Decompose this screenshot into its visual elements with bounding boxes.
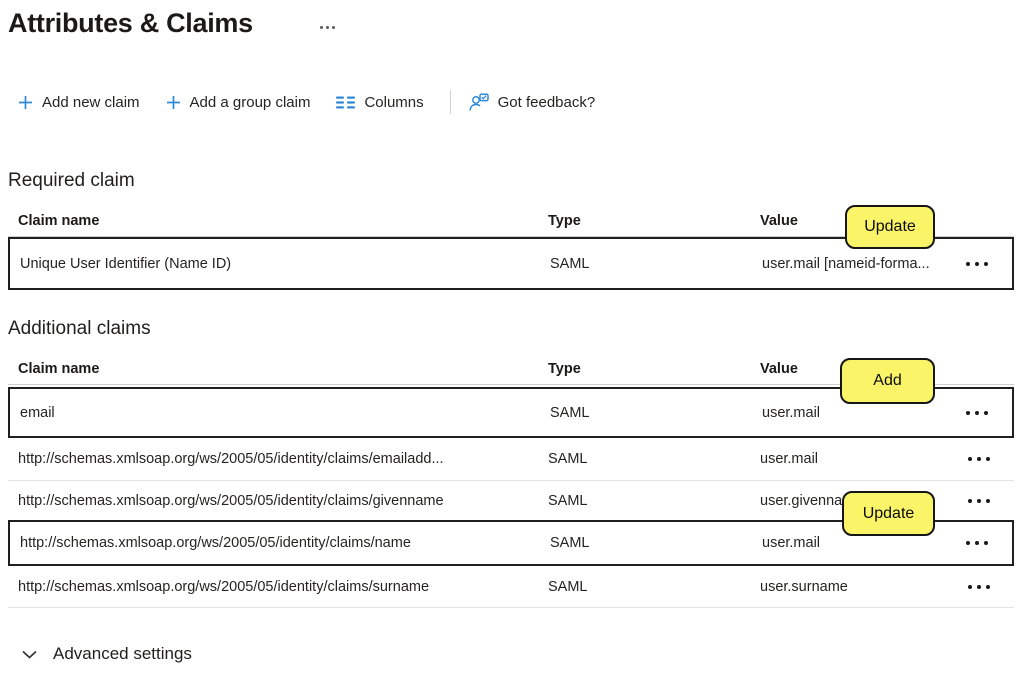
claim-value-cell: user.surname xyxy=(760,579,848,595)
claim-type-cell: SAML xyxy=(550,405,590,421)
got-feedback-button[interactable]: Got feedback? xyxy=(469,93,596,112)
claim-value-cell: user.mail xyxy=(762,535,820,551)
add-new-claim-button[interactable]: Add new claim xyxy=(18,94,140,111)
claim-type-cell: SAML xyxy=(548,493,588,509)
required-claim-heading: Required claim xyxy=(8,170,135,192)
additional-claims-heading: Additional claims xyxy=(8,318,151,340)
advanced-settings-toggle[interactable]: Advanced settings xyxy=(22,644,192,664)
advanced-settings-label: Advanced settings xyxy=(53,644,192,664)
toolbar: Add new claim Add a group claim Columns xyxy=(18,88,595,116)
annotation-update-required-claim: Update xyxy=(845,205,935,249)
columns-button[interactable]: Columns xyxy=(336,94,423,111)
claim-value-cell: user.mail xyxy=(762,405,820,421)
table-row-emailaddress[interactable]: http://schemas.xmlsoap.org/ws/2005/05/id… xyxy=(8,438,1014,481)
add-group-claim-label: Add a group claim xyxy=(190,94,311,111)
column-header-type: Type xyxy=(548,213,581,229)
plus-icon xyxy=(18,95,33,110)
more-horizontal-icon[interactable] xyxy=(964,258,990,270)
column-header-value: Value xyxy=(760,213,798,229)
more-horizontal-icon[interactable] xyxy=(966,453,992,465)
page-title: Attributes & Claims xyxy=(8,8,253,39)
ellipsis-icon[interactable] xyxy=(320,26,335,29)
add-new-claim-label: Add new claim xyxy=(42,94,140,111)
claim-type-cell: SAML xyxy=(548,451,588,467)
attributes-claims-page: Attributes & Claims Add new claim Add a … xyxy=(0,0,1024,673)
more-horizontal-icon[interactable] xyxy=(964,407,990,419)
column-header-claim-name: Claim name xyxy=(18,361,99,377)
more-horizontal-icon[interactable] xyxy=(964,537,990,549)
annotation-update-name-claim: Update xyxy=(842,491,935,536)
plus-icon xyxy=(166,95,181,110)
annotation-add-email-claim: Add xyxy=(840,358,935,404)
got-feedback-label: Got feedback? xyxy=(498,94,596,111)
add-group-claim-button[interactable]: Add a group claim xyxy=(166,94,311,111)
more-horizontal-icon[interactable] xyxy=(966,581,992,593)
claim-name-cell: email xyxy=(20,405,55,421)
column-header-value: Value xyxy=(760,361,798,377)
table-row-surname[interactable]: http://schemas.xmlsoap.org/ws/2005/05/id… xyxy=(8,566,1014,608)
claim-type-cell: SAML xyxy=(550,256,590,272)
feedback-icon xyxy=(469,93,489,112)
claim-name-cell: http://schemas.xmlsoap.org/ws/2005/05/id… xyxy=(18,451,444,467)
claim-name-cell: http://schemas.xmlsoap.org/ws/2005/05/id… xyxy=(20,535,411,551)
columns-label: Columns xyxy=(364,94,423,111)
columns-icon xyxy=(336,96,355,109)
toolbar-divider xyxy=(450,90,451,114)
claim-value-cell: user.mail xyxy=(760,451,818,467)
claim-type-cell: SAML xyxy=(550,535,590,551)
claim-name-cell: Unique User Identifier (Name ID) xyxy=(20,256,231,272)
chevron-down-icon xyxy=(22,650,37,659)
more-horizontal-icon[interactable] xyxy=(966,495,992,507)
claim-value-cell: user.mail [nameid-forma... xyxy=(762,256,930,272)
claim-type-cell: SAML xyxy=(548,579,588,595)
claim-name-cell: http://schemas.xmlsoap.org/ws/2005/05/id… xyxy=(18,579,429,595)
claim-name-cell: http://schemas.xmlsoap.org/ws/2005/05/id… xyxy=(18,493,444,509)
column-header-claim-name: Claim name xyxy=(18,213,99,229)
column-header-type: Type xyxy=(548,361,581,377)
